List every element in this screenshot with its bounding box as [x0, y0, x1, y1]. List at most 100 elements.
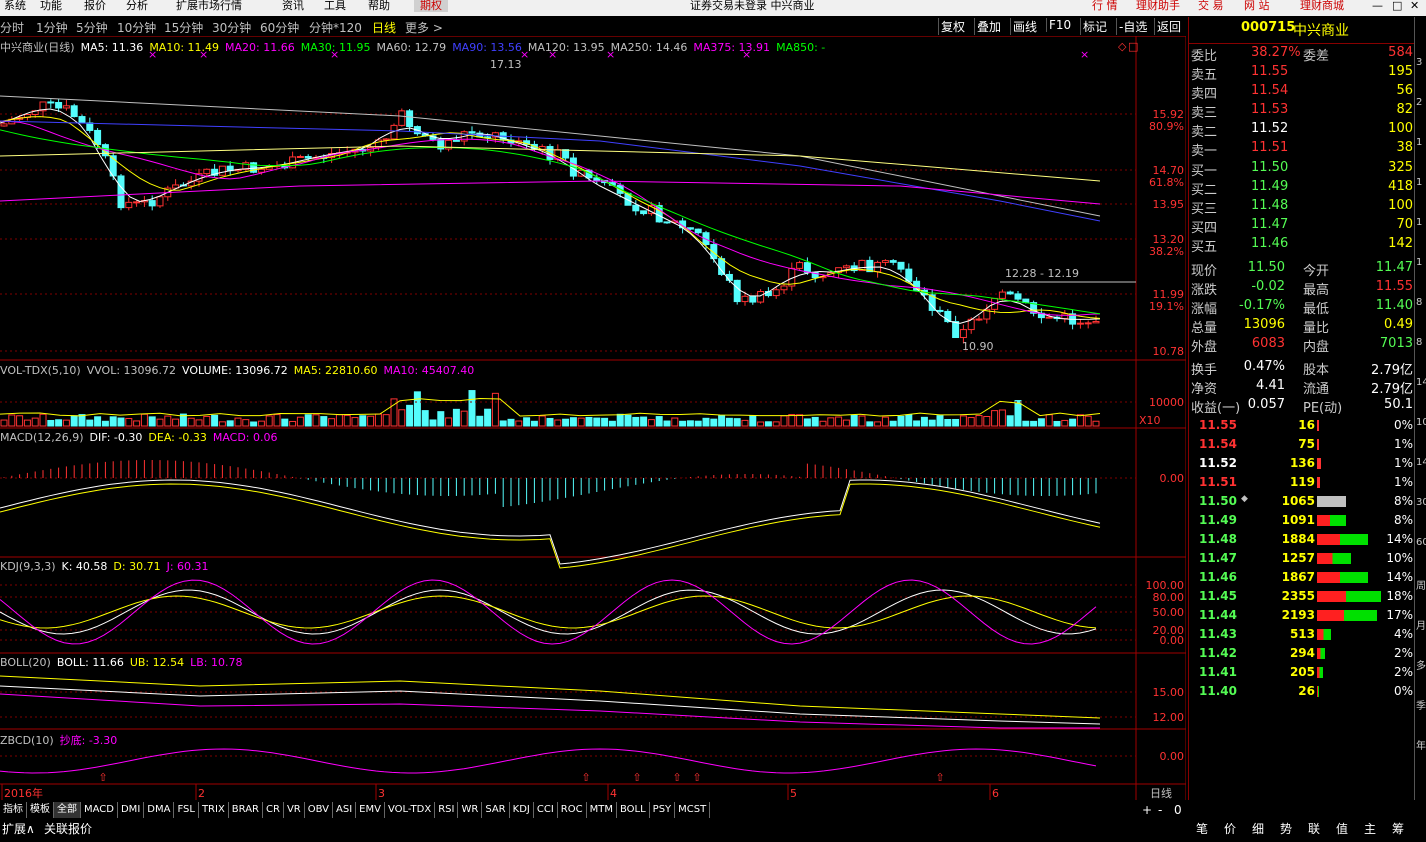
expand-button[interactable]: 扩展∧	[2, 820, 35, 837]
book-row[interactable]: 11.51 119 1%	[1189, 473, 1415, 492]
strip-label[interactable]: 3	[1416, 57, 1422, 68]
indicator-tab[interactable]: 指标	[0, 802, 27, 818]
indicator-tab[interactable]: DMA	[144, 802, 175, 818]
indicator-tab[interactable]: CCI	[533, 802, 558, 818]
stat-row[interactable]: 收益(一) 0.057 PE(动) 50.1	[1189, 396, 1415, 416]
period-15min[interactable]: 15分钟	[164, 19, 203, 36]
strip-label[interactable]: 14	[1416, 377, 1426, 388]
book-row[interactable]: 11.48 1884 14%	[1189, 530, 1415, 549]
ask-row[interactable]: 卖三 11.53 82	[1189, 101, 1415, 121]
indicator-tab[interactable]: TRIX	[198, 802, 229, 818]
strip-label[interactable]: 2	[1416, 97, 1422, 108]
strip-label[interactable]: 14	[1416, 457, 1426, 468]
period-5min[interactable]: 5分钟	[76, 19, 108, 36]
menu-analysis[interactable]: 分析	[126, 0, 148, 12]
bid-row[interactable]: 买三 11.48 100	[1189, 197, 1415, 217]
strip-label[interactable]: 1	[1416, 177, 1422, 188]
bid-row[interactable]: 买四 11.47 70	[1189, 216, 1415, 236]
menu-function[interactable]: 功能	[40, 0, 62, 12]
indicator-tab[interactable]: MTM	[586, 802, 617, 818]
indicator-tab[interactable]: EMV	[356, 802, 385, 818]
period-daily[interactable]: 日线	[372, 19, 396, 36]
tool-f10[interactable]: F10	[1046, 18, 1073, 32]
ask-row[interactable]: 卖五 11.55 195	[1189, 63, 1415, 83]
strip-label[interactable]: 周	[1416, 577, 1426, 592]
bid-row[interactable]: 买五 11.46 142	[1189, 235, 1415, 255]
book-row[interactable]: 11.40 26 0%	[1189, 682, 1415, 701]
tool-watchlist[interactable]: -自选	[1116, 18, 1149, 35]
stat-row[interactable]: 现价 11.50 今开 11.47	[1189, 259, 1415, 279]
panel-tab[interactable]: 主	[1364, 820, 1376, 837]
book-row[interactable]: 11.43 513 4%	[1189, 625, 1415, 644]
strip-label[interactable]: 1	[1416, 137, 1422, 148]
indicator-tab[interactable]: SAR	[482, 802, 510, 818]
book-row[interactable]: 11.54 75 1%	[1189, 435, 1415, 454]
indicator-tab[interactable]: ROC	[557, 802, 587, 818]
indicator-tab[interactable]: WR	[458, 802, 483, 818]
tool-back[interactable]: 返回	[1154, 18, 1183, 35]
indicator-tab[interactable]: MCST	[675, 802, 711, 818]
book-row[interactable]: 11.45 2355 18%	[1189, 587, 1415, 606]
period-1min[interactable]: 1分钟	[36, 19, 68, 36]
ask-row[interactable]: 卖一 11.51 38	[1189, 139, 1415, 159]
stat-row[interactable]: 涨幅 -0.17% 最低 11.40	[1189, 297, 1415, 317]
stat-row[interactable]: 净资 4.41 流通 2.79亿	[1189, 377, 1415, 397]
indicator-tab[interactable]: VOL-TDX	[384, 802, 436, 818]
strip-label[interactable]: 年	[1416, 737, 1426, 752]
menu-ext-market[interactable]: 扩展市场行情	[176, 0, 242, 12]
indicator-tab[interactable]: VR	[283, 802, 305, 818]
strip-label[interactable]: 8	[1416, 337, 1422, 348]
book-row[interactable]: 11.46 1867 14%	[1189, 568, 1415, 587]
btn-mall[interactable]: 理财商城	[1300, 0, 1344, 12]
period-120min[interactable]: 分钟*120	[309, 19, 362, 36]
tool-draw[interactable]: 画线	[1010, 18, 1039, 35]
panel-tab[interactable]: 价	[1224, 820, 1236, 837]
indicator-tab[interactable]: 全部	[54, 802, 81, 818]
panel-tab[interactable]: 细	[1252, 820, 1264, 837]
period-10min[interactable]: 10分钟	[117, 19, 156, 36]
menu-system[interactable]: 系统	[4, 0, 26, 12]
indicator-tab[interactable]: MACD	[81, 802, 118, 818]
period-timeshare[interactable]: 分时	[0, 19, 24, 36]
menu-tools[interactable]: 工具	[324, 0, 346, 12]
strip-label[interactable]: 月	[1416, 617, 1426, 632]
indicator-tab[interactable]: RSI	[435, 802, 459, 818]
strip-label[interactable]: 1	[1416, 257, 1422, 268]
close-icon[interactable]: ✕	[1410, 0, 1419, 12]
btn-trade[interactable]: 交 易	[1198, 0, 1224, 12]
indicator-tab[interactable]: BRAR	[228, 802, 263, 818]
indicator-tab[interactable]: DMI	[117, 802, 145, 818]
indicator-tab[interactable]: KDJ	[509, 802, 534, 818]
indicator-tab[interactable]: OBV	[304, 802, 333, 818]
minimize-icon[interactable]: —	[1372, 0, 1383, 12]
book-row[interactable]: 11.44 2193 17%	[1189, 606, 1415, 625]
indicator-tab[interactable]: PSY	[649, 802, 676, 818]
bid-row[interactable]: 买一 11.50 325	[1189, 159, 1415, 179]
panel-tab[interactable]: 笔	[1196, 820, 1208, 837]
indicator-tab[interactable]: ASI	[333, 802, 357, 818]
strip-label[interactable]: 8	[1416, 297, 1422, 308]
menu-quote[interactable]: 报价	[84, 0, 106, 12]
maximize-icon[interactable]: □	[1392, 0, 1402, 12]
tool-overlay[interactable]: 叠加	[974, 18, 1003, 35]
book-row[interactable]: 11.50 ◆ 1065 8%	[1189, 492, 1415, 511]
indicator-tab[interactable]: BOLL	[616, 802, 650, 818]
related-quote-button[interactable]: 关联报价	[44, 820, 92, 837]
period-30min[interactable]: 30分钟	[212, 19, 251, 36]
book-row[interactable]: 11.42 294 2%	[1189, 644, 1415, 663]
tool-fuquan[interactable]: 复权	[938, 18, 967, 35]
indicator-tab[interactable]: CR	[263, 802, 284, 818]
btn-website[interactable]: 网 站	[1244, 0, 1270, 12]
chart-area[interactable]: 15.9280.9%14.7061.8%13.9513.2038.2%11.99…	[0, 36, 1186, 800]
panel-tab[interactable]: 筹	[1392, 820, 1404, 837]
book-row[interactable]: 11.47 1257 10%	[1189, 549, 1415, 568]
ask-row[interactable]: 卖二 11.52 100	[1189, 120, 1415, 140]
menu-info[interactable]: 资讯	[282, 0, 304, 12]
stat-row[interactable]: 外盘 6083 内盘 7013	[1189, 335, 1415, 355]
btn-assistant[interactable]: 理财助手	[1136, 0, 1180, 12]
strip-label[interactable]: 10	[1416, 417, 1426, 428]
zoom-reset-button[interactable]: 0	[1174, 803, 1182, 817]
indicator-tab[interactable]: 模板	[27, 802, 54, 818]
period-more[interactable]: 更多 >	[405, 19, 443, 36]
strip-label[interactable]: 1	[1416, 217, 1422, 228]
